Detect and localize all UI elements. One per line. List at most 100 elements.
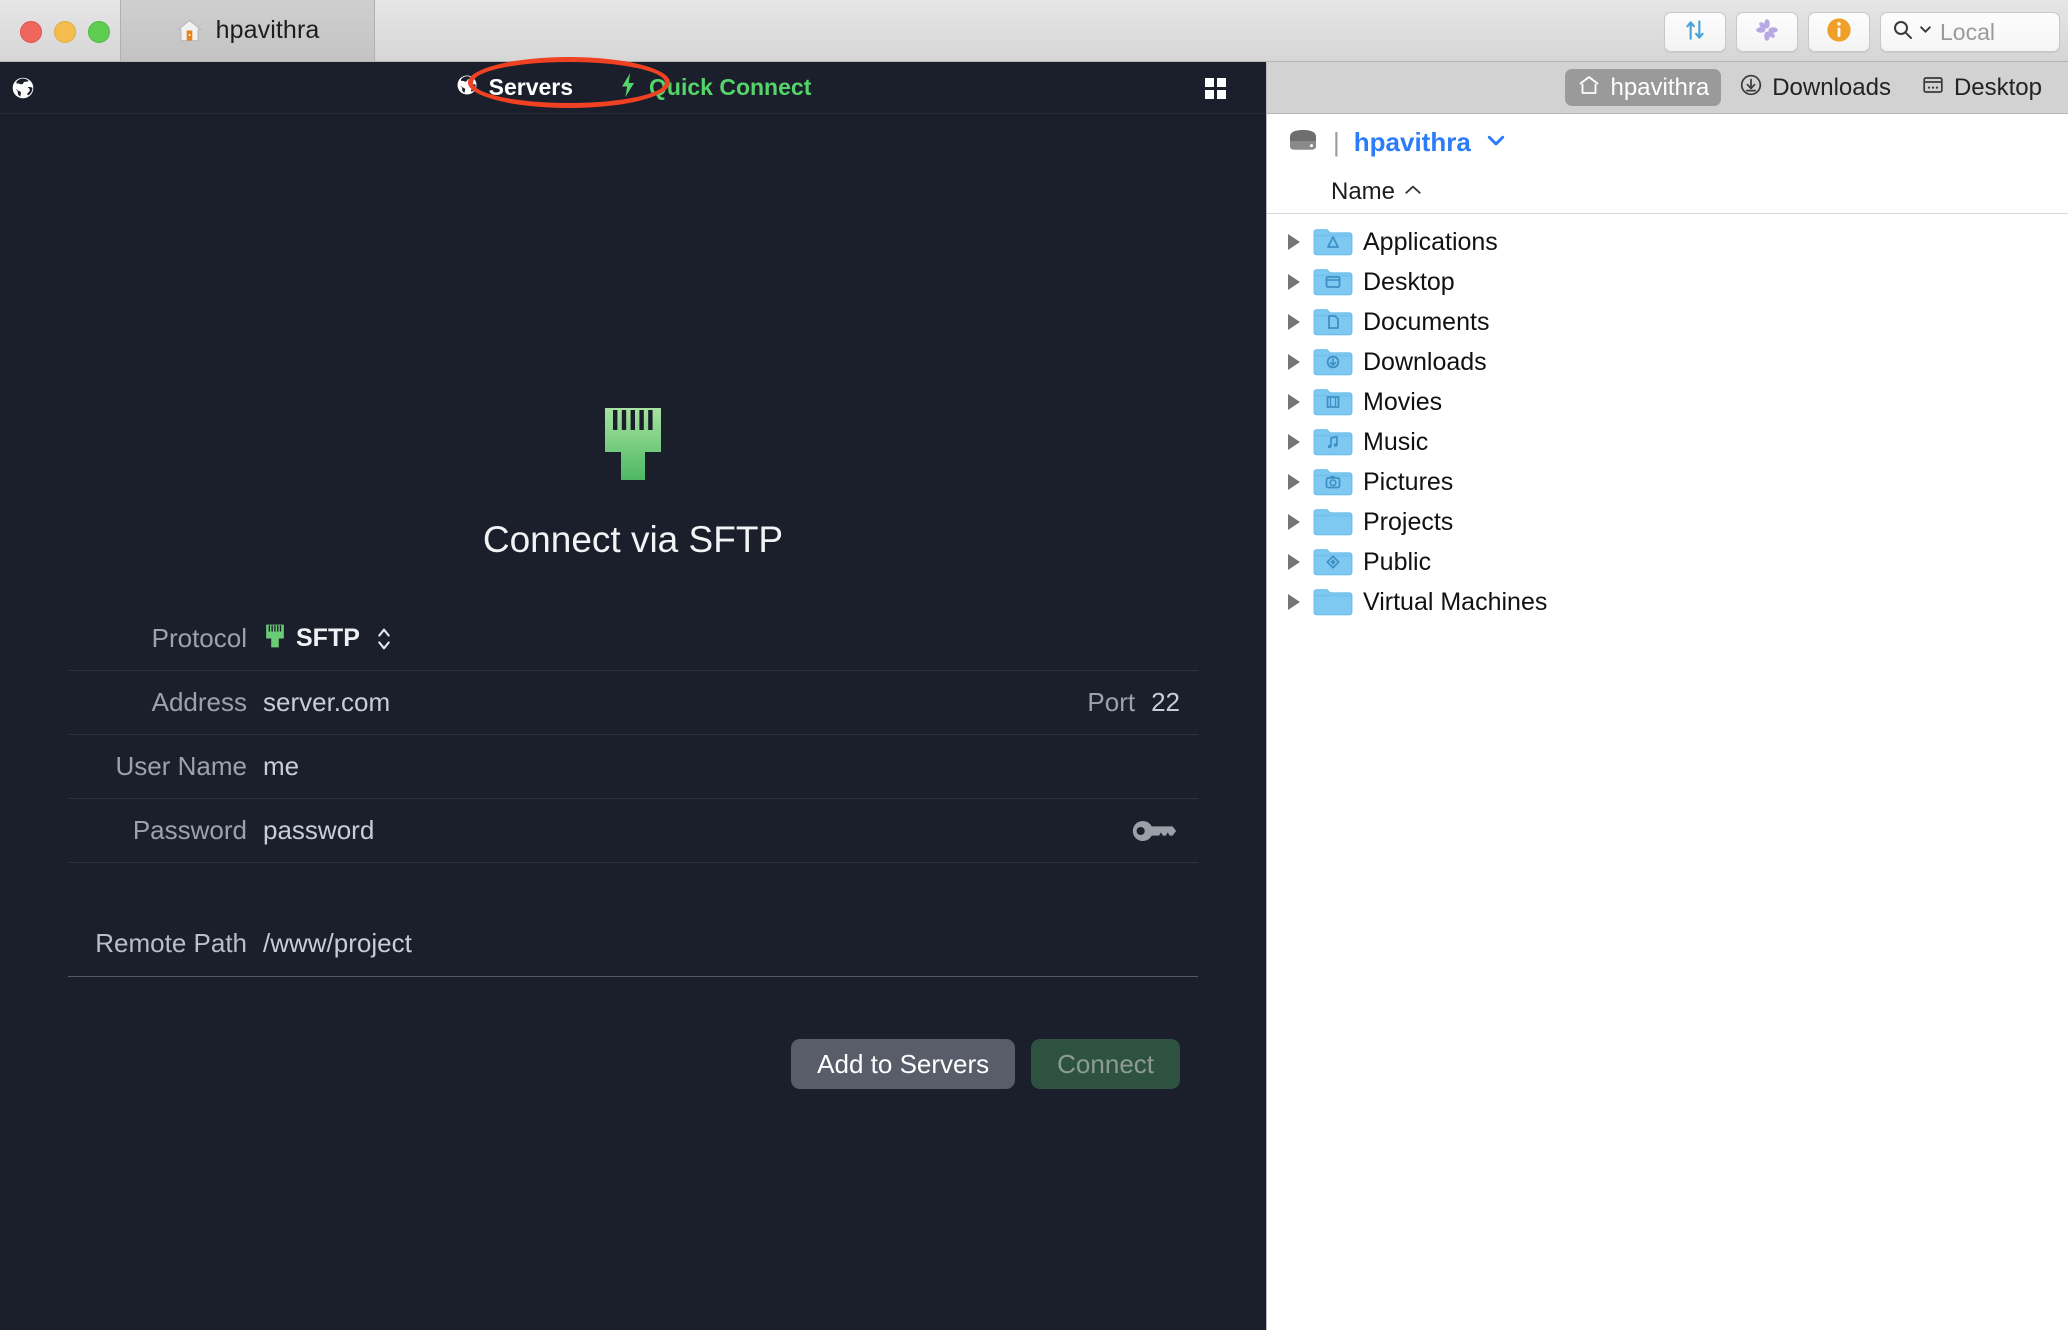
file-row[interactable]: Music <box>1267 422 2068 462</box>
field-row-username: User Name me <box>68 735 1198 799</box>
protocol-value: SFTP <box>296 624 360 652</box>
location-bar: | hpavithra <box>1267 114 2068 170</box>
disclosure-triangle-icon[interactable] <box>1277 474 1311 490</box>
protocol-select[interactable]: SFTP <box>263 623 393 654</box>
file-name: Movies <box>1363 387 1443 416</box>
chevron-up-icon <box>1404 183 1422 201</box>
folder-applications-icon <box>1311 225 1355 259</box>
file-name: Pictures <box>1363 467 1454 496</box>
disclosure-triangle-icon[interactable] <box>1277 354 1311 370</box>
file-row[interactable]: Public <box>1267 542 2068 582</box>
app-window: hpavithra Local Servers Quick Connect Co… <box>0 0 2068 1330</box>
connect-hero: Connect via SFTP <box>0 404 1266 561</box>
disclosure-triangle-icon[interactable] <box>1277 594 1311 610</box>
rj45-connector-icon <box>595 404 671 489</box>
connect-button[interactable]: Connect <box>1031 1039 1180 1089</box>
breadcrumb-item-hpavithra[interactable]: hpavithra <box>1565 69 1722 106</box>
search-input[interactable]: Local <box>1880 12 2060 52</box>
port-label: Port <box>1087 687 1136 717</box>
form-actions: Add to Servers Connect <box>68 1039 1198 1089</box>
disclosure-triangle-icon[interactable] <box>1277 314 1311 330</box>
hard-drive-icon <box>1287 127 1319 158</box>
folder-downloads-icon <box>1311 345 1355 379</box>
breadcrumb-item-desktop[interactable]: Desktop <box>1909 69 2054 106</box>
field-row-protocol: Protocol SFTP <box>68 607 1198 671</box>
disclosure-triangle-icon[interactable] <box>1277 554 1311 570</box>
file-name: Applications <box>1363 227 1498 256</box>
transfers-button[interactable] <box>1664 12 1726 52</box>
file-name: Public <box>1363 547 1432 576</box>
pane-nav-items: Servers Quick Connect <box>0 62 1266 114</box>
traffic-lights <box>20 21 110 43</box>
port-input[interactable]: 22 <box>1151 687 1180 718</box>
search-placeholder: Local <box>1940 18 1995 45</box>
nav-item-servers-label: Servers <box>488 74 574 100</box>
file-browser-pane: hpavithra Downloads Desktop | hpavithra … <box>1266 62 2068 1330</box>
disclosure-triangle-icon[interactable] <box>1277 394 1311 410</box>
password-input[interactable]: password <box>263 815 374 846</box>
file-row[interactable]: Movies <box>1267 382 2068 422</box>
folder-desktop-icon <box>1311 265 1355 299</box>
nav-item-servers[interactable]: Servers <box>433 62 595 114</box>
chevron-updown-icon[interactable] <box>375 625 393 653</box>
lightning-bolt-icon <box>617 72 639 103</box>
file-name: Virtual Machines <box>1363 587 1548 616</box>
search-icon <box>1891 18 1915 47</box>
info-circle-icon <box>1825 16 1853 49</box>
disclosure-triangle-icon[interactable] <box>1277 274 1311 290</box>
folder-plain-icon <box>1311 505 1355 539</box>
maximize-window-button[interactable] <box>88 21 110 43</box>
up-down-arrows-icon <box>1682 17 1708 48</box>
minimize-window-button[interactable] <box>54 21 76 43</box>
address-input[interactable]: server.com <box>263 687 390 718</box>
pane-navbar: Servers Quick Connect <box>0 62 1266 114</box>
key-icon[interactable] <box>1132 818 1198 844</box>
remote-path-input[interactable]: /www/project <box>263 928 412 959</box>
disclosure-triangle-icon[interactable] <box>1277 234 1311 250</box>
nav-item-quick-connect[interactable]: Quick Connect <box>595 62 833 114</box>
file-row[interactable]: Documents <box>1267 302 2068 342</box>
file-row[interactable]: Applications <box>1267 222 2068 262</box>
close-window-button[interactable] <box>20 21 42 43</box>
home-icon <box>176 17 203 44</box>
breadcrumb: hpavithra Downloads Desktop <box>1267 62 2068 114</box>
breadcrumb-item-hpavithra-label: hpavithra <box>1610 73 1710 101</box>
file-list: Applications Desktop Documents Downloads Mov… <box>1267 214 2068 622</box>
folder-plain-icon <box>1311 585 1355 619</box>
activity-button[interactable] <box>1736 12 1798 52</box>
breadcrumb-item-downloads[interactable]: Downloads <box>1727 69 1903 106</box>
disclosure-triangle-icon[interactable] <box>1277 434 1311 450</box>
sftp-connect-form: Connect via SFTP Protocol SFTP Address s… <box>0 404 1266 1089</box>
file-row[interactable]: Downloads <box>1267 342 2068 382</box>
folder-documents-icon <box>1311 305 1355 339</box>
grid-view-icon[interactable] <box>1205 78 1226 99</box>
chevron-down-icon[interactable] <box>1485 130 1507 154</box>
file-row[interactable]: Desktop <box>1267 262 2068 302</box>
password-label: Password <box>132 815 247 845</box>
folder-pictures-icon <box>1311 465 1355 499</box>
window-tab-label: hpavithra <box>215 16 320 44</box>
connect-pane: Servers Quick Connect Connect via SFTP P… <box>0 62 1266 1330</box>
file-row[interactable]: Pictures <box>1267 462 2068 502</box>
field-row-remote-path: Remote Path /www/project <box>68 911 1198 977</box>
folder-movies-icon <box>1311 385 1355 419</box>
folder-public-icon <box>1311 545 1355 579</box>
location-name[interactable]: hpavithra <box>1354 127 1471 158</box>
disclosure-triangle-icon[interactable] <box>1277 514 1311 530</box>
username-input[interactable]: me <box>263 751 299 782</box>
column-header-name-label: Name <box>1331 177 1396 205</box>
file-name: Desktop <box>1363 267 1455 296</box>
info-button[interactable] <box>1808 12 1870 52</box>
column-header-name[interactable]: Name <box>1267 170 2068 214</box>
file-row[interactable]: Virtual Machines <box>1267 582 2068 622</box>
connect-fields: Protocol SFTP Address server.com Port 22… <box>38 607 1228 1089</box>
add-to-servers-button[interactable]: Add to Servers <box>791 1039 1016 1089</box>
file-row[interactable]: Projects <box>1267 502 2068 542</box>
chevron-down-icon[interactable] <box>1919 23 1932 41</box>
breadcrumb-item-desktop-label: Desktop <box>1953 73 2042 101</box>
file-name: Documents <box>1363 307 1490 336</box>
port-group: Port 22 <box>1087 687 1198 718</box>
username-label: User Name <box>115 751 247 781</box>
download-circle-icon <box>1739 73 1763 102</box>
window-tab[interactable]: hpavithra <box>120 0 375 61</box>
